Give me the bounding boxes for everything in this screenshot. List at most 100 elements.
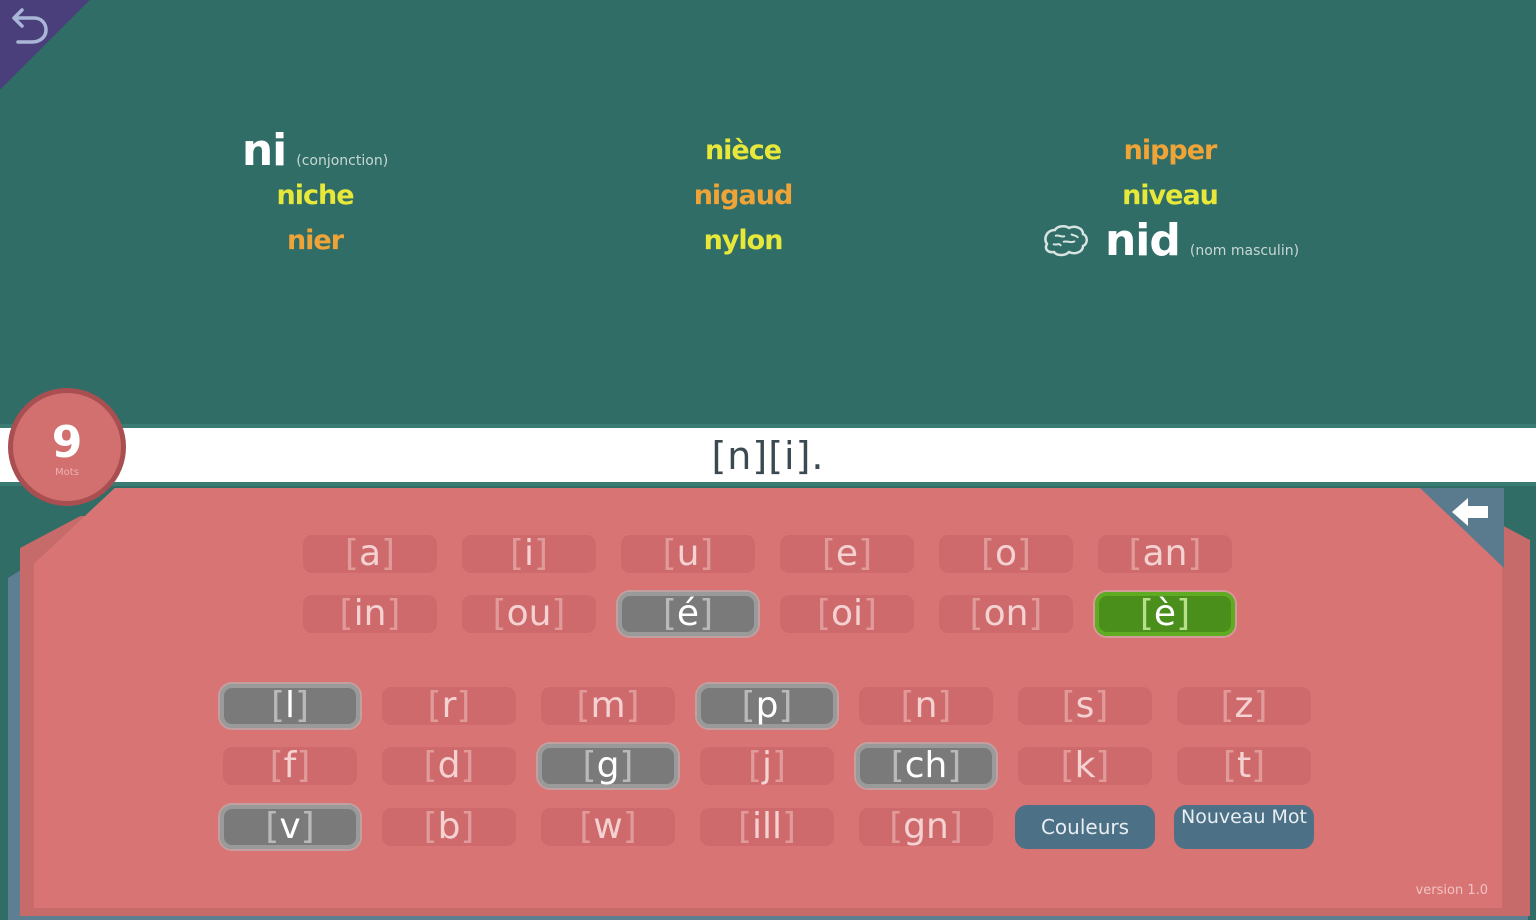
brain-icon[interactable] (1041, 221, 1089, 266)
phonetic-display: [n][i]. (0, 424, 1536, 486)
bracket-decoration: ] (622, 806, 637, 847)
phoneme-key[interactable]: [g] (538, 744, 678, 788)
word-item[interactable]: nid (nom masculin) (940, 218, 1400, 263)
word-item[interactable]: nigaud (513, 173, 973, 218)
phoneme-key[interactable]: [è] (1095, 592, 1235, 636)
phoneme-key[interactable]: [r] (379, 684, 519, 728)
phoneme-key[interactable]: [l] (220, 684, 360, 728)
bracket-decoration: ] (858, 533, 873, 574)
bracket-decoration: ] (1187, 533, 1202, 574)
bracket-decoration: ] (1251, 745, 1266, 786)
bracket-decoration: [ (492, 593, 507, 634)
word-text: niche (276, 180, 354, 211)
bracket-decoration: [ (1222, 745, 1237, 786)
phoneme-key[interactable]: [s] (1015, 684, 1155, 728)
bracket-decoration: ] (456, 685, 471, 726)
phoneme-key[interactable]: [gn] (856, 805, 996, 849)
bracket-decoration: ] (295, 685, 310, 726)
bracket-decoration: ] (1017, 533, 1032, 574)
bracket-decoration: [ (662, 533, 677, 574)
phoneme-key[interactable]: [j] (697, 744, 837, 788)
bracket-decoration: ] (551, 593, 566, 634)
bracket-decoration: [ (741, 685, 756, 726)
colors-button[interactable]: Couleurs (1015, 805, 1155, 849)
key-label: f (283, 745, 297, 786)
phoneme-key[interactable]: [t] (1174, 744, 1314, 788)
key-label: ou (506, 593, 552, 634)
phoneme-key[interactable]: [an] (1095, 532, 1235, 576)
bracket-decoration: ] (1028, 593, 1043, 634)
word-column-2: nièce nigaud nylon (513, 128, 973, 263)
word-item[interactable]: niveau (940, 173, 1400, 218)
phoneme-key[interactable]: [ou] (459, 592, 599, 636)
key-label: n (914, 685, 938, 726)
bracket-decoration: ] (386, 593, 401, 634)
bracket-decoration: ] (534, 533, 549, 574)
phoneme-key[interactable]: [on] (936, 592, 1076, 636)
phoneme-key[interactable]: [p] (697, 684, 837, 728)
phoneme-key[interactable]: [ill] (697, 805, 837, 849)
word-text: niveau (1122, 180, 1219, 211)
word-text: ni (241, 125, 287, 176)
phoneme-key[interactable]: [u] (618, 532, 758, 576)
key-label: u (676, 533, 700, 574)
phoneme-key[interactable]: [k] (1015, 744, 1155, 788)
bracket-decoration: [ (265, 806, 280, 847)
key-label: on (983, 593, 1029, 634)
phoneme-key[interactable]: [w] (538, 805, 678, 849)
word-note: (conjonction) (296, 153, 389, 169)
bracket-decoration: [ (747, 745, 762, 786)
key-label: j (761, 745, 772, 786)
phoneme-key[interactable]: [m] (538, 684, 678, 728)
word-text: nièce (704, 135, 782, 166)
phoneme-key[interactable]: [v] (220, 805, 360, 849)
word-item[interactable]: niche (85, 173, 545, 218)
key-label: é (676, 593, 700, 634)
bracket-decoration: [ (900, 685, 915, 726)
word-item[interactable]: nier (85, 218, 545, 263)
bracket-decoration: ] (699, 593, 714, 634)
bracket-decoration: [ (1220, 685, 1235, 726)
bracket-decoration: [ (1060, 745, 1075, 786)
phoneme-key[interactable]: [f] (220, 744, 360, 788)
phoneme-key[interactable]: [in] (300, 592, 440, 636)
bracket-decoration: ] (948, 806, 963, 847)
bracket-decoration: ] (1253, 685, 1268, 726)
phoneme-key[interactable]: [e] (777, 532, 917, 576)
bracket-decoration: ] (778, 685, 793, 726)
backspace-button[interactable] (1448, 492, 1498, 532)
phoneme-key[interactable]: [é] (618, 592, 758, 636)
phoneme-key[interactable]: [n] (856, 684, 996, 728)
word-item[interactable]: nièce (513, 128, 973, 173)
key-label: oi (830, 593, 864, 634)
bracket-decoration: [ (737, 806, 752, 847)
new-word-button[interactable]: Nouveau Mot (1174, 805, 1314, 849)
word-counter-badge: 9 Mots (8, 388, 126, 506)
key-label: g (596, 745, 620, 786)
key-label: o (994, 533, 1018, 574)
word-item[interactable]: nylon (513, 218, 973, 263)
phoneme-key[interactable]: [oi] (777, 592, 917, 636)
word-item[interactable]: nipper (940, 128, 1400, 173)
phoneme-key[interactable]: [o] (936, 532, 1076, 576)
phoneme-key[interactable]: [d] (379, 744, 519, 788)
key-label: t (1236, 745, 1252, 786)
key-label: ch (904, 745, 948, 786)
phoneme-key[interactable]: [ch] (856, 744, 996, 788)
bracket-decoration: ] (947, 745, 962, 786)
key-label: e (835, 533, 859, 574)
bracket-decoration: ] (1095, 745, 1110, 786)
key-label: r (441, 685, 457, 726)
bracket-decoration: ] (625, 685, 640, 726)
bracket-decoration: [ (1128, 533, 1143, 574)
phoneme-key[interactable]: [z] (1174, 684, 1314, 728)
key-label: ill (751, 806, 782, 847)
back-button[interactable] (0, 0, 90, 90)
key-label: gn (903, 806, 949, 847)
undo-arrow-icon (12, 8, 48, 44)
phoneme-key[interactable]: [a] (300, 532, 440, 576)
phoneme-key[interactable]: [b] (379, 805, 519, 849)
bracket-decoration: [ (889, 806, 904, 847)
phoneme-key[interactable]: [i] (459, 532, 599, 576)
word-item[interactable]: ni (conjonction) (85, 128, 545, 173)
